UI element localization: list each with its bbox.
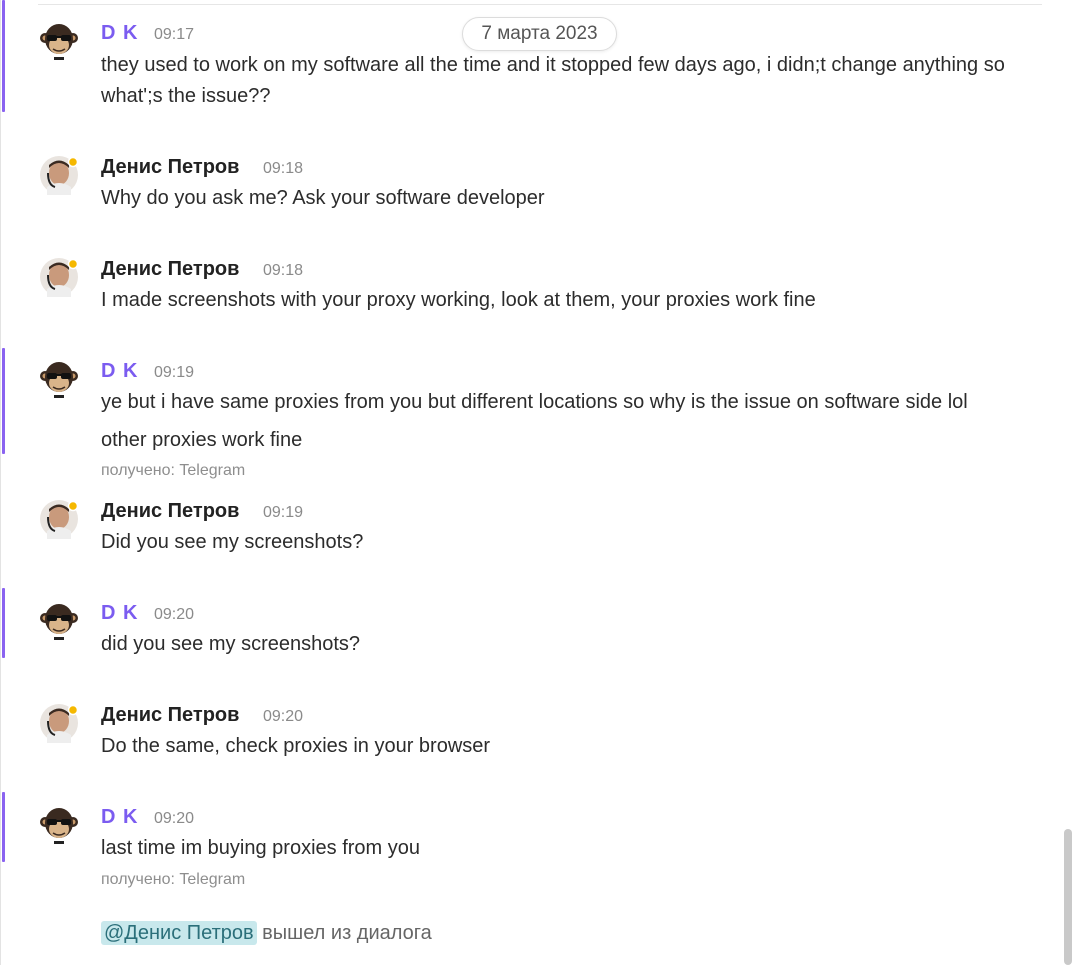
agent-avatar-icon[interactable] (39, 257, 79, 297)
monkey-avatar-icon[interactable] (39, 359, 79, 399)
message-text: Do the same, check proxies in your brows… (101, 735, 491, 757)
message-time: 09:20 (263, 708, 304, 725)
message-time: 09:19 (154, 364, 195, 381)
message-item: Денис Петров 09:18 I made screenshots wi… (0, 252, 1050, 322)
system-event-text: вышел из диалога (256, 922, 432, 944)
message-item: D K 09:20 did you see my screenshots? (0, 588, 1050, 658)
message-item: Денис Петров 09:20 Do the same, check pr… (0, 698, 1050, 768)
delivery-source: получено: Telegram (101, 462, 246, 479)
own-message-bar (2, 588, 5, 658)
message-text-continued: other proxies work fine (101, 429, 303, 451)
own-message-bar (2, 0, 5, 112)
message-time: 09:17 (154, 26, 195, 43)
message-text: ye but i have same proxies from you but … (101, 391, 968, 413)
own-message-bar (2, 792, 5, 862)
user-mention[interactable]: @Денис Петров (101, 921, 257, 945)
message-author[interactable]: Денис Петров (101, 156, 239, 179)
agent-avatar-icon[interactable] (39, 499, 79, 539)
monkey-avatar-icon[interactable] (39, 21, 79, 61)
message-item: D K 09:19 ye but i have same proxies fro… (0, 348, 1050, 483)
message-item: Денис Петров 09:18 Why do you ask me? As… (0, 150, 1050, 220)
scrollbar-thumb[interactable] (1064, 829, 1072, 965)
monkey-avatar-icon[interactable] (39, 805, 79, 845)
monkey-avatar-icon[interactable] (39, 601, 79, 641)
message-time: 09:20 (154, 606, 195, 623)
message-item: Денис Петров 09:19 Did you see my screen… (0, 494, 1050, 564)
message-author[interactable]: D K (101, 806, 138, 829)
message-time: 09:18 (263, 262, 304, 279)
delivery-source: получено: Telegram (101, 871, 246, 888)
message-text: last time im buying proxies from you (101, 837, 421, 859)
agent-avatar-icon[interactable] (39, 703, 79, 743)
message-author[interactable]: Денис Петров (101, 258, 239, 281)
message-author[interactable]: D K (101, 602, 138, 625)
message-text: Did you see my screenshots? (101, 531, 364, 553)
message-time: 09:20 (154, 810, 195, 827)
message-time: 09:19 (263, 504, 304, 521)
message-text: did you see my screenshots? (101, 633, 361, 655)
own-message-bar (2, 348, 5, 454)
system-event: @Денис Петров вышел из диалога (101, 921, 432, 945)
agent-avatar-icon[interactable] (39, 155, 79, 195)
message-author[interactable]: Денис Петров (101, 704, 239, 727)
message-author[interactable]: Денис Петров (101, 500, 239, 523)
message-text: I made screenshots with your proxy worki… (101, 289, 816, 311)
message-time: 09:18 (263, 160, 304, 177)
message-item: D K 09:20 last time im buying proxies fr… (0, 792, 1050, 892)
message-author[interactable]: D K (101, 22, 138, 45)
message-text: Why do you ask me? Ask your software dev… (101, 187, 545, 209)
message-text: they used to work on my software all the… (101, 54, 1005, 107)
message-author[interactable]: D K (101, 360, 138, 383)
date-separator: 7 марта 2023 (462, 17, 617, 51)
